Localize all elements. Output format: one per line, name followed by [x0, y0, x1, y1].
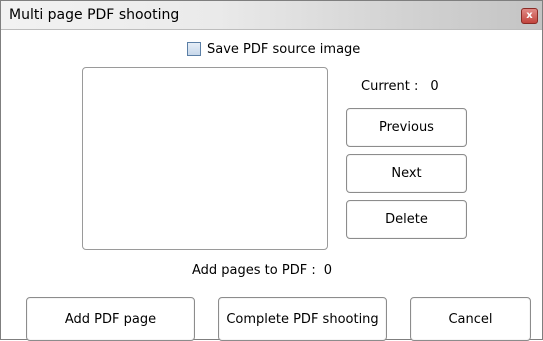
- save-source-option[interactable]: Save PDF source image: [187, 39, 360, 59]
- page-preview: [82, 67, 328, 250]
- add-pdf-page-button[interactable]: Add PDF page: [26, 297, 195, 341]
- add-pages-value: 0: [323, 263, 332, 278]
- cancel-button[interactable]: Cancel: [410, 297, 531, 341]
- cancel-button-label: Cancel: [448, 311, 493, 327]
- close-icon: x: [526, 10, 533, 21]
- save-source-label: Save PDF source image: [207, 41, 361, 57]
- complete-pdf-shooting-button[interactable]: Complete PDF shooting: [218, 297, 387, 341]
- window-title: Multi page PDF shooting: [9, 7, 180, 23]
- save-source-checkbox[interactable]: [187, 42, 201, 56]
- pages-added-indicator: Add pages to PDF : 0: [192, 263, 332, 278]
- delete-button-label: Delete: [385, 212, 428, 227]
- delete-button[interactable]: Delete: [346, 200, 467, 239]
- complete-pdf-shooting-label: Complete PDF shooting: [226, 311, 379, 327]
- next-button[interactable]: Next: [346, 154, 467, 193]
- close-button[interactable]: x: [521, 8, 538, 24]
- dialog-window: Multi page PDF shooting x Save PDF sourc…: [0, 0, 543, 341]
- previous-button-label: Previous: [379, 120, 434, 135]
- previous-button[interactable]: Previous: [346, 108, 467, 147]
- add-pdf-page-label: Add PDF page: [64, 311, 157, 327]
- title-bar[interactable]: Multi page PDF shooting x: [1, 1, 542, 30]
- add-pages-label: Add pages to PDF :: [192, 263, 316, 278]
- next-button-label: Next: [391, 166, 422, 181]
- current-label: Current :: [361, 79, 419, 94]
- current-value: 0: [430, 79, 439, 94]
- current-page-indicator: Current : 0: [361, 79, 439, 94]
